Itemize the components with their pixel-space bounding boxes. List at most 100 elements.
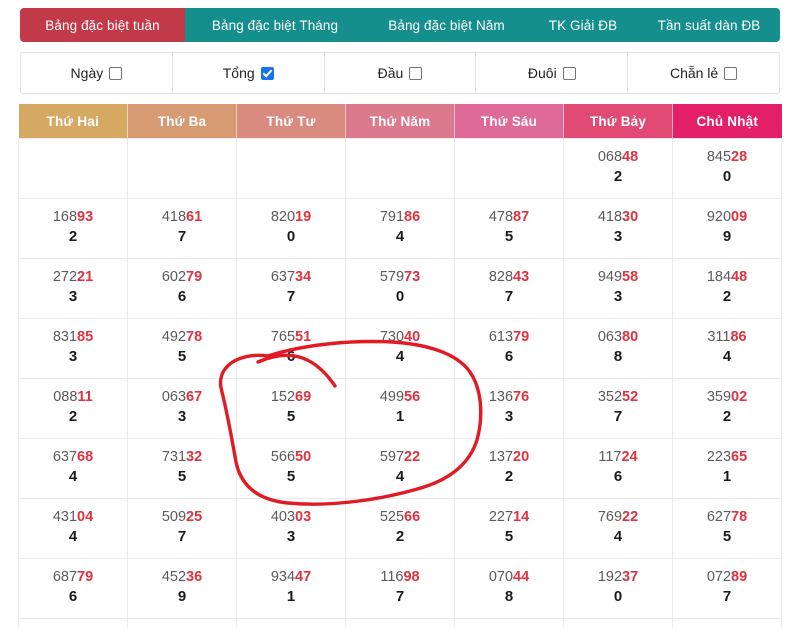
- result-cell[interactable]: 637347: [237, 259, 346, 319]
- filter-option-2[interactable]: Đầu: [325, 53, 477, 93]
- tab-0[interactable]: Bảng đặc biệt tuần: [20, 8, 185, 42]
- result-cell[interactable]: 227145: [455, 499, 564, 559]
- result-cell[interactable]: 152695: [237, 379, 346, 439]
- result-cell[interactable]: 072897: [673, 559, 782, 619]
- result-cell[interactable]: 845280: [673, 139, 782, 199]
- result-cell[interactable]: 934471: [237, 559, 346, 619]
- filter-checkbox[interactable]: [109, 67, 122, 80]
- result-cell[interactable]: 311864: [673, 319, 782, 379]
- result-cell[interactable]: 352527: [564, 379, 673, 439]
- prize-number: 13676: [456, 388, 562, 406]
- prize-sum: 4: [20, 466, 126, 489]
- filter-checkbox[interactable]: [261, 67, 274, 80]
- prize-number: 08811: [20, 388, 126, 406]
- result-cell[interactable]: 345561: [128, 619, 237, 628]
- prize-prefix: 072: [707, 569, 731, 585]
- filter-checkbox[interactable]: [409, 67, 422, 80]
- filter-option-1[interactable]: Tổng: [173, 53, 325, 93]
- result-cell[interactable]: 949583: [564, 259, 673, 319]
- filter-option-4[interactable]: Chẵn lẻ: [628, 53, 779, 93]
- prize-sum: 7: [674, 586, 780, 609]
- prize-last-two: 51: [295, 329, 311, 345]
- result-cell[interactable]: 809730: [19, 619, 128, 628]
- result-cell[interactable]: 531392: [237, 619, 346, 628]
- result-cell[interactable]: 063808: [564, 319, 673, 379]
- result-cell[interactable]: 791864: [346, 199, 455, 259]
- result-cell[interactable]: 168932: [19, 199, 128, 259]
- filter-label: Chẵn lẻ: [670, 65, 718, 81]
- result-cell[interactable]: 265471: [564, 619, 673, 628]
- prize-prefix: 137: [489, 449, 513, 465]
- result-cell[interactable]: 070448: [455, 559, 564, 619]
- filter-option-0[interactable]: Ngày: [21, 53, 173, 93]
- prize-sum: 1: [347, 406, 453, 429]
- result-cell[interactable]: 116987: [346, 559, 455, 619]
- result-cell[interactable]: 137202: [455, 439, 564, 499]
- result-cell[interactable]: 602796: [128, 259, 237, 319]
- result-cell[interactable]: 499561: [346, 379, 455, 439]
- result-cell[interactable]: 831853: [19, 319, 128, 379]
- result-cell[interactable]: 613796: [455, 319, 564, 379]
- result-cell[interactable]: 566505: [237, 439, 346, 499]
- tab-4[interactable]: Tần suất dàn ĐB: [638, 8, 780, 42]
- tab-3[interactable]: TK Giải ĐB: [528, 8, 638, 42]
- prize-prefix: 136: [489, 389, 513, 405]
- result-cell[interactable]: 509257: [128, 499, 237, 559]
- result-cell[interactable]: 272213: [19, 259, 128, 319]
- result-cell[interactable]: 184482: [673, 259, 782, 319]
- result-cell[interactable]: 418617: [128, 199, 237, 259]
- table-body: 0684828452801689324186178201907918644788…: [19, 139, 782, 628]
- filter-checkbox[interactable]: [724, 67, 737, 80]
- result-cell[interactable]: 751886: [673, 619, 782, 628]
- prize-prefix: 920: [707, 209, 731, 225]
- result-cell[interactable]: 765516: [237, 319, 346, 379]
- result-cell[interactable]: 920099: [673, 199, 782, 259]
- filter-option-3[interactable]: Đuôi: [476, 53, 628, 93]
- filter-label: Tổng: [223, 65, 255, 81]
- prize-prefix: 117: [598, 449, 621, 465]
- result-cell[interactable]: 731325: [128, 439, 237, 499]
- tab-2[interactable]: Bảng đặc biệt Năm: [365, 8, 528, 42]
- prize-last-two: 22: [404, 449, 420, 465]
- result-cell[interactable]: 359022: [673, 379, 782, 439]
- prize-prefix: 934: [271, 569, 295, 585]
- lottery-stats-page: Bảng đặc biệt tuầnBảng đặc biệt ThángBản…: [0, 0, 800, 628]
- prize-sum: 2: [20, 226, 126, 249]
- result-cell[interactable]: 769224: [564, 499, 673, 559]
- result-cell[interactable]: 730404: [346, 319, 455, 379]
- prize-last-two: 04: [77, 509, 93, 525]
- result-cell[interactable]: 627785: [673, 499, 782, 559]
- result-cell[interactable]: 418303: [564, 199, 673, 259]
- result-cell[interactable]: 063673: [128, 379, 237, 439]
- result-cell[interactable]: 637684: [19, 439, 128, 499]
- result-cell[interactable]: 088112: [19, 379, 128, 439]
- result-cell[interactable]: 192370: [564, 559, 673, 619]
- prize-last-two: 73: [404, 269, 420, 285]
- prize-number: 40303: [238, 508, 344, 526]
- result-cell[interactable]: 478875: [455, 199, 564, 259]
- prize-number: 73040: [347, 328, 453, 346]
- filter-checkbox[interactable]: [563, 67, 576, 80]
- result-cell[interactable]: 223651: [673, 439, 782, 499]
- result-cell[interactable]: 068482: [564, 139, 673, 199]
- result-cell[interactable]: 731213: [455, 619, 564, 628]
- result-cell[interactable]: 828437: [455, 259, 564, 319]
- result-cell[interactable]: 117246: [564, 439, 673, 499]
- result-cell[interactable]: 597224: [346, 439, 455, 499]
- result-cell[interactable]: 525662: [346, 499, 455, 559]
- result-cell[interactable]: 452369: [128, 559, 237, 619]
- results-table-container: Thứ HaiThứ BaThứ TưThứ NămThứ SáuThứ Bảy…: [18, 104, 782, 628]
- result-cell[interactable]: 431044: [19, 499, 128, 559]
- prize-number: 52566: [347, 508, 453, 526]
- result-cell[interactable]: 136763: [455, 379, 564, 439]
- result-cell[interactable]: 887336: [346, 619, 455, 628]
- prize-prefix: 192: [598, 569, 622, 585]
- prize-sum: 5: [238, 406, 344, 429]
- result-cell[interactable]: 492785: [128, 319, 237, 379]
- result-cell[interactable]: 687796: [19, 559, 128, 619]
- result-cell[interactable]: 820190: [237, 199, 346, 259]
- prize-number: 94958: [565, 268, 671, 286]
- tab-1[interactable]: Bảng đặc biệt Tháng: [185, 8, 365, 42]
- result-cell[interactable]: 403033: [237, 499, 346, 559]
- result-cell[interactable]: 579730: [346, 259, 455, 319]
